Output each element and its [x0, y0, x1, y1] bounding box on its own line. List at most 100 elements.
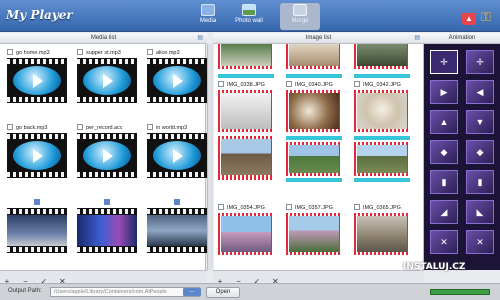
video-thumbnail[interactable] [77, 58, 137, 103]
media-badge-icon [104, 199, 110, 205]
key-icon[interactable]: ⚿ [481, 9, 491, 25]
media-item-label: alice.mp3 [147, 49, 207, 58]
media-checkbox[interactable] [77, 49, 83, 55]
image-item[interactable] [286, 44, 342, 78]
video-thumbnail[interactable] [147, 58, 207, 103]
animation-effect[interactable]: ✛ [466, 50, 494, 74]
media-item[interactable] [77, 199, 137, 253]
app-logo: My Player [6, 8, 73, 22]
animation-effect[interactable]: ✕ [430, 230, 458, 254]
animation-effect[interactable]: ✛ [430, 50, 458, 74]
store-icon[interactable]: ▲ [462, 13, 476, 25]
image-item[interactable]: IMG_0338.JPG [218, 81, 274, 132]
play-icon [83, 66, 131, 95]
image-checkbox[interactable] [218, 81, 224, 87]
image-item[interactable]: IMG_0365.JPG [354, 204, 410, 255]
media-item-label: go back.mp3 [7, 124, 67, 133]
image-thumbnail[interactable] [218, 90, 274, 132]
video-thumbnail[interactable] [77, 133, 137, 178]
image-item[interactable] [354, 136, 410, 182]
image-thumbnail[interactable] [286, 44, 342, 69]
animation-effect[interactable]: ▮ [466, 170, 494, 194]
image-item[interactable]: IMG_0340.JPG [286, 81, 342, 132]
play-icon [153, 66, 201, 95]
animation-effect[interactable]: ◀ [466, 80, 494, 104]
media-list-header: Media list ▤ [0, 33, 207, 44]
media-checkbox[interactable] [147, 49, 153, 55]
media-item-label: in world.mp3 [147, 124, 207, 133]
media-item[interactable]: in world.mp3 [147, 124, 207, 178]
image-item-label: IMG_0365.JPG [354, 204, 410, 213]
image-thumbnail[interactable] [218, 213, 274, 255]
image-item[interactable]: IMG_0342.JPG [354, 81, 410, 132]
animation-effect[interactable]: ▶ [430, 80, 458, 104]
open-button[interactable]: Open [206, 287, 240, 298]
media-tab[interactable]: Media [188, 3, 228, 30]
image-item[interactable] [354, 44, 410, 78]
image-checkbox[interactable] [354, 204, 360, 210]
media-item[interactable]: alice.mp3 [147, 49, 207, 103]
media-list-title: Media list [90, 35, 117, 41]
image-thumbnail[interactable] [286, 90, 342, 132]
video-thumbnail[interactable] [77, 208, 137, 253]
image-list-panel: IMG_0338.JPG IMG_0340.JPG IMG_0342.JPG I… [214, 44, 424, 270]
output-path-field[interactable]: /Users/apple/Library/Containers/com.AlPe… [50, 287, 200, 297]
image-checkbox[interactable] [354, 81, 360, 87]
panel-splitter[interactable] [207, 44, 213, 270]
media-settings-icon[interactable]: ▤ [197, 33, 203, 44]
animation-effect[interactable]: ◣ [466, 200, 494, 224]
image-checkbox[interactable] [286, 204, 292, 210]
animation-effect[interactable]: ◆ [430, 140, 458, 164]
media-badge-icon [174, 199, 180, 205]
media-checkbox[interactable] [77, 124, 83, 130]
video-frame [7, 215, 67, 246]
play-icon [153, 141, 201, 170]
image-item-label: IMG_0340.JPG [286, 81, 342, 90]
media-checkbox[interactable] [7, 124, 13, 130]
play-icon [83, 141, 131, 170]
video-thumbnail[interactable] [7, 58, 67, 103]
image-item[interactable] [286, 136, 342, 182]
image-item[interactable] [218, 136, 274, 180]
animation-header: Animation [424, 33, 500, 44]
image-thumbnail[interactable] [286, 142, 342, 176]
video-thumbnail[interactable] [7, 133, 67, 178]
media-item[interactable] [147, 199, 207, 253]
image-checkbox[interactable] [286, 81, 292, 87]
video-thumbnail[interactable] [147, 208, 207, 253]
animation-effect[interactable]: ◢ [430, 200, 458, 224]
image-item-label: IMG_0354.JPG [218, 204, 274, 213]
animation-effect[interactable]: ▼ [466, 110, 494, 134]
image-item-label: IMG_0342.JPG [354, 81, 410, 90]
media-item[interactable] [7, 199, 67, 253]
media-item[interactable]: per_record.acc [77, 124, 137, 178]
image-item[interactable]: IMG_0357.JPG [286, 204, 342, 255]
media-checkbox[interactable] [147, 124, 153, 130]
image-settings-icon[interactable]: ▤ [414, 33, 420, 44]
merge-tab[interactable]: Merge [280, 3, 320, 30]
media-item[interactable]: supper st.mp3 [77, 49, 137, 103]
image-thumbnail[interactable] [354, 142, 410, 176]
image-item[interactable] [218, 44, 274, 78]
animation-effect[interactable]: ▮ [430, 170, 458, 194]
image-item[interactable]: IMG_0354.JPG [218, 204, 274, 255]
image-thumbnail[interactable] [218, 136, 274, 180]
media-badge-icon [34, 199, 40, 205]
animation-effect[interactable]: ◆ [466, 140, 494, 164]
media-checkbox[interactable] [7, 49, 13, 55]
animation-effect[interactable]: ✕ [466, 230, 494, 254]
image-thumbnail[interactable] [354, 90, 410, 132]
media-item[interactable]: go home.mp3 [7, 49, 67, 103]
image-thumbnail[interactable] [354, 44, 410, 69]
media-item[interactable]: go back.mp3 [7, 124, 67, 178]
video-thumbnail[interactable] [147, 133, 207, 178]
browse-button[interactable]: ... [183, 288, 201, 296]
image-item-label: IMG_0338.JPG [218, 81, 274, 90]
image-thumbnail[interactable] [218, 44, 274, 69]
animation-effect[interactable]: ▲ [430, 110, 458, 134]
image-thumbnail[interactable] [286, 213, 342, 255]
video-thumbnail[interactable] [7, 208, 67, 253]
image-thumbnail[interactable] [354, 213, 410, 255]
image-checkbox[interactable] [218, 204, 224, 210]
photo-wall-tab[interactable]: Photo wall [228, 3, 270, 30]
